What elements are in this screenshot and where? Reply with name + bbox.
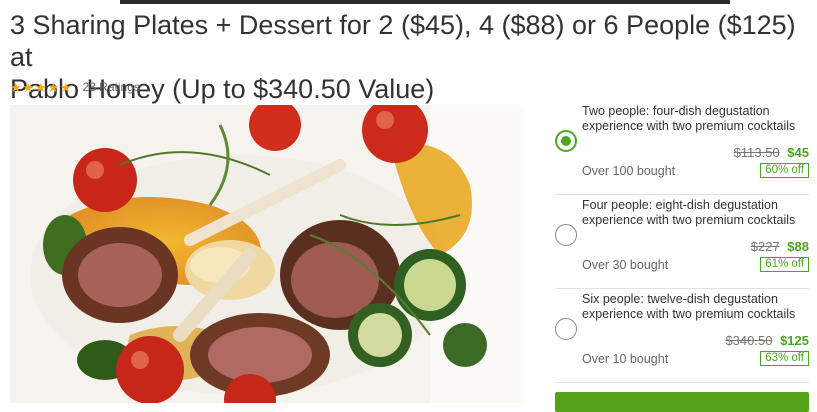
buy-button[interactable] [555, 392, 809, 412]
option-description-line-2: experience with two premium cocktails [582, 307, 796, 321]
star-icon: ★ [47, 79, 60, 95]
top-nav-strip [120, 0, 730, 4]
radio-icon[interactable] [555, 318, 577, 340]
star-rating: ★ ★ ★ ★ ★ [10, 81, 73, 94]
option-description: Two people: four-dish degustation experi… [582, 104, 810, 134]
star-icon: ★ [35, 79, 47, 95]
star-icon: ★ [22, 79, 35, 95]
option-description-line-2: experience with two premium cocktails [582, 119, 796, 133]
original-price: $340.50 [725, 333, 773, 348]
discount-badge: 61% off [760, 257, 809, 272]
original-price: $227 [750, 239, 780, 254]
ratings-count[interactable]: 23 Ratings [83, 80, 140, 94]
food-photo-illustration [10, 105, 524, 403]
deal-title-line-1: 3 Sharing Plates + Dessert for 2 ($45), … [10, 10, 796, 72]
star-icon: ★ [60, 79, 72, 95]
deal-option-four-people[interactable]: Four people: eight-dish degustation expe… [555, 194, 809, 289]
deal-price: $45 [787, 145, 809, 160]
option-prices: $227 $88 [751, 239, 809, 254]
radio-icon[interactable] [555, 224, 577, 246]
deal-option-six-people[interactable]: Six people: twelve-dish degustation expe… [555, 288, 809, 383]
option-description-line-1: Six people: twelve-dish degustation [582, 292, 778, 306]
bought-count: Over 10 bought [582, 352, 669, 366]
deal-price: $125 [780, 333, 809, 348]
option-description: Four people: eight-dish degustation expe… [582, 198, 810, 228]
bought-count: Over 30 bought [582, 258, 669, 272]
discount-badge: 63% off [760, 351, 809, 366]
deal-price: $88 [787, 239, 809, 254]
original-price: $113.50 [733, 145, 780, 160]
option-prices: $340.50 $125 [725, 333, 809, 348]
option-description: Six people: twelve-dish degustation expe… [582, 292, 810, 322]
deal-option-two-people[interactable]: Two people: four-dish degustation experi… [555, 100, 809, 195]
option-description-line-1: Two people: four-dish degustation [582, 104, 770, 118]
bought-count: Over 100 bought [582, 164, 676, 178]
star-icon: ★ [10, 79, 22, 95]
option-description-line-1: Four people: eight-dish degustation [582, 198, 778, 212]
option-prices: $113.50 $45 [734, 145, 809, 160]
rating-summary[interactable]: ★ ★ ★ ★ ★ 23 Ratings [10, 80, 140, 94]
option-description-line-2: experience with two premium cocktails [582, 213, 796, 227]
discount-badge: 60% off [760, 163, 809, 178]
radio-selected-icon[interactable] [555, 130, 577, 152]
deal-photo[interactable] [10, 105, 524, 403]
